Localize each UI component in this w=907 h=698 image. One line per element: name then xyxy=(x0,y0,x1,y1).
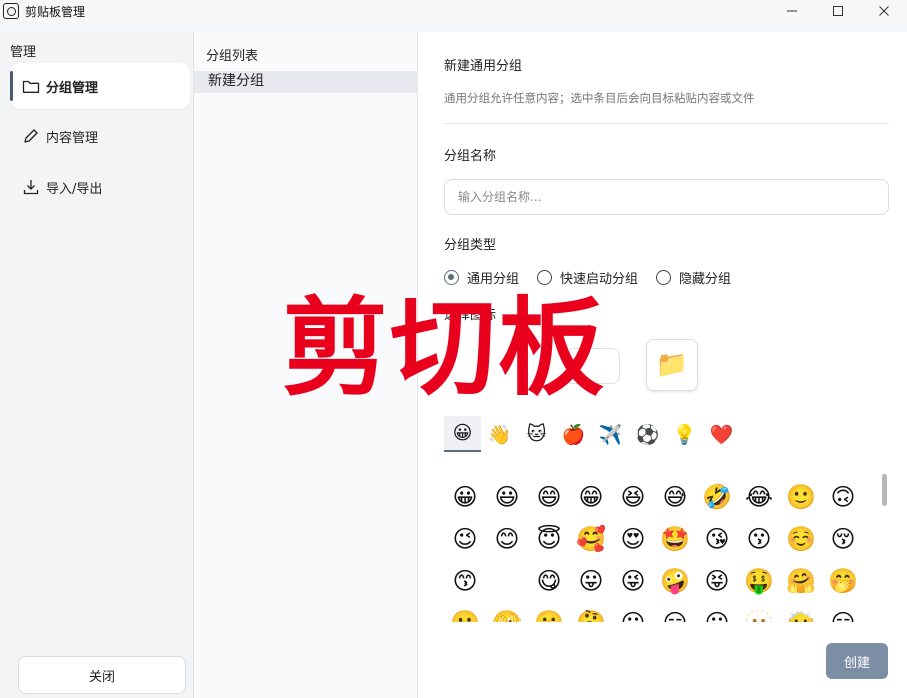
emoji-cell[interactable]: 🫢 xyxy=(444,602,486,622)
tab-food[interactable]: 🍎 xyxy=(555,416,592,452)
sidebar: 管理 分组管理 内容管理 导入/导出 关闭 xyxy=(0,32,194,698)
emoji-cell[interactable]: 🫣 xyxy=(486,602,528,622)
radio-label: 快速启动分组 xyxy=(560,268,638,287)
emoji-cell[interactable]: 😊 xyxy=(486,518,528,560)
selected-icon-preview[interactable]: 📁 xyxy=(646,339,698,391)
emoji-cell[interactable]: 😃 xyxy=(486,476,528,518)
emoji-cell[interactable]: 😘 xyxy=(696,518,738,560)
emoji-cell[interactable]: 😇 xyxy=(528,518,570,560)
radio-label: 通用分组 xyxy=(467,268,519,287)
emoji-scrollbar[interactable] xyxy=(882,474,887,506)
radio-dot xyxy=(656,270,671,285)
emoji-cell[interactable]: 🤩 xyxy=(654,518,696,560)
radio-hidden-group[interactable]: 隐藏分组 xyxy=(656,268,731,287)
emoji-cell[interactable]: 😆 xyxy=(612,476,654,518)
emoji-cell[interactable]: 😚 xyxy=(822,518,864,560)
emoji-cell[interactable]: 🤭 xyxy=(822,560,864,602)
group-name-label: 分组名称 xyxy=(444,145,496,164)
folder-icon xyxy=(22,77,40,95)
tab-animals[interactable]: 🐱 xyxy=(518,416,555,452)
emoji-category-tabs: 😀 👋 🐱 🍎 ✈️ ⚽ 💡 ❤️ xyxy=(444,416,740,452)
emoji-cell[interactable]: 😏 xyxy=(822,602,864,622)
emoji-grid: 😀😃😄😁😆😅🤣😂🙂🙃 😉😊😇🥰😍🤩😘😗☺️😚 😙🫪😋😛😜🤪😝🤑🤗🤭 🫢🫣🤫🤔😐😑😶🫥😶… xyxy=(444,476,864,622)
emoji-cell[interactable]: 🥰 xyxy=(570,518,612,560)
emoji-cell[interactable]: 😙 xyxy=(444,560,486,602)
emoji-cell[interactable]: 😝 xyxy=(696,560,738,602)
window-title: 剪贴板管理 xyxy=(25,3,85,20)
emoji-cell[interactable]: 🤑 xyxy=(738,560,780,602)
emoji-cell[interactable]: 😑 xyxy=(654,602,696,622)
sidebar-item-label: 分组管理 xyxy=(46,77,98,96)
create-button[interactable]: 创建 xyxy=(826,643,888,679)
emoji-cell[interactable]: 🤪 xyxy=(654,560,696,602)
tab-smileys[interactable]: 😀 xyxy=(444,416,481,452)
app-camera-icon xyxy=(3,3,19,19)
group-type-options: 通用分组 快速启动分组 隐藏分组 xyxy=(444,268,749,287)
emoji-cell[interactable]: 😶‍🌫️ xyxy=(780,602,822,622)
emoji-cell[interactable]: 😍 xyxy=(612,518,654,560)
sidebar-title: 管理 xyxy=(10,41,36,60)
title-bar: 剪贴板管理 xyxy=(0,0,907,22)
emoji-cell[interactable]: 🫥 xyxy=(738,602,780,622)
tab-activities[interactable]: ⚽ xyxy=(629,416,666,452)
emoji-cell[interactable]: 😜 xyxy=(612,560,654,602)
radio-dot xyxy=(537,270,552,285)
sidebar-item-label: 导入/导出 xyxy=(46,178,102,197)
radio-label: 隐藏分组 xyxy=(679,268,731,287)
close-button[interactable]: 关闭 xyxy=(18,656,186,694)
emoji-cell[interactable]: 🤔 xyxy=(570,602,612,622)
emoji-cell[interactable]: 😉 xyxy=(444,518,486,560)
emoji-cell[interactable]: 😗 xyxy=(738,518,780,560)
emoji-cell[interactable]: 😁 xyxy=(570,476,612,518)
emoji-cell[interactable]: 🤫 xyxy=(528,602,570,622)
emoji-cell[interactable]: 😶 xyxy=(696,602,738,622)
watermark-text: 剪切板 xyxy=(282,296,606,402)
sidebar-item-content-management[interactable]: 内容管理 xyxy=(10,113,190,159)
divider xyxy=(444,123,889,124)
emoji-cell[interactable]: 😛 xyxy=(570,560,612,602)
emoji-cell[interactable]: 😐 xyxy=(612,602,654,622)
group-name-input[interactable] xyxy=(444,179,889,215)
download-icon xyxy=(22,178,40,196)
minimize-icon xyxy=(786,5,798,17)
emoji-cell[interactable]: 😂 xyxy=(738,476,780,518)
radio-dot xyxy=(444,270,459,285)
minimize-button[interactable] xyxy=(769,0,815,22)
tab-objects[interactable]: 💡 xyxy=(666,416,703,452)
form-title: 新建通用分组 xyxy=(444,55,522,74)
maximize-button[interactable] xyxy=(815,0,861,22)
pencil-icon xyxy=(22,127,40,145)
radio-quick-launch-group[interactable]: 快速启动分组 xyxy=(537,268,638,287)
group-type-label: 分组类型 xyxy=(444,234,496,253)
maximize-icon xyxy=(832,5,844,17)
emoji-cell[interactable]: 🙃 xyxy=(822,476,864,518)
sidebar-item-import-export[interactable]: 导入/导出 xyxy=(10,164,190,210)
radio-general-group[interactable]: 通用分组 xyxy=(444,268,519,287)
sidebar-item-group-management[interactable]: 分组管理 xyxy=(10,63,190,109)
emoji-cell[interactable]: 🙂 xyxy=(780,476,822,518)
emoji-cell[interactable]: 😅 xyxy=(654,476,696,518)
emoji-cell[interactable]: 🤣 xyxy=(696,476,738,518)
window-controls xyxy=(769,0,907,22)
tab-travel[interactable]: ✈️ xyxy=(592,416,629,452)
close-window-button[interactable] xyxy=(861,0,907,22)
emoji-cell[interactable]: ☺️ xyxy=(780,518,822,560)
sidebar-item-label: 内容管理 xyxy=(46,127,98,146)
emoji-cell[interactable]: 😋 xyxy=(528,560,570,602)
app-window: 剪贴板管理 管理 分组管理 内容管理 导入/导出 关闭 分组列表 新建分组 新建… xyxy=(0,0,907,698)
emoji-cell[interactable]: 🤗 xyxy=(780,560,822,602)
emoji-cell[interactable]: 🫪 xyxy=(486,560,528,602)
tab-symbols[interactable]: ❤️ xyxy=(703,416,740,452)
group-list-title: 分组列表 xyxy=(206,45,258,64)
tab-people[interactable]: 👋 xyxy=(481,416,518,452)
emoji-cell[interactable]: 😄 xyxy=(528,476,570,518)
emoji-cell[interactable]: 😀 xyxy=(444,476,486,518)
form-description: 通用分组允许任意内容；选中条目后会向目标粘贴内容或文件 xyxy=(444,90,755,106)
close-icon xyxy=(878,5,890,17)
group-list-item[interactable]: 新建分组 xyxy=(194,71,418,93)
